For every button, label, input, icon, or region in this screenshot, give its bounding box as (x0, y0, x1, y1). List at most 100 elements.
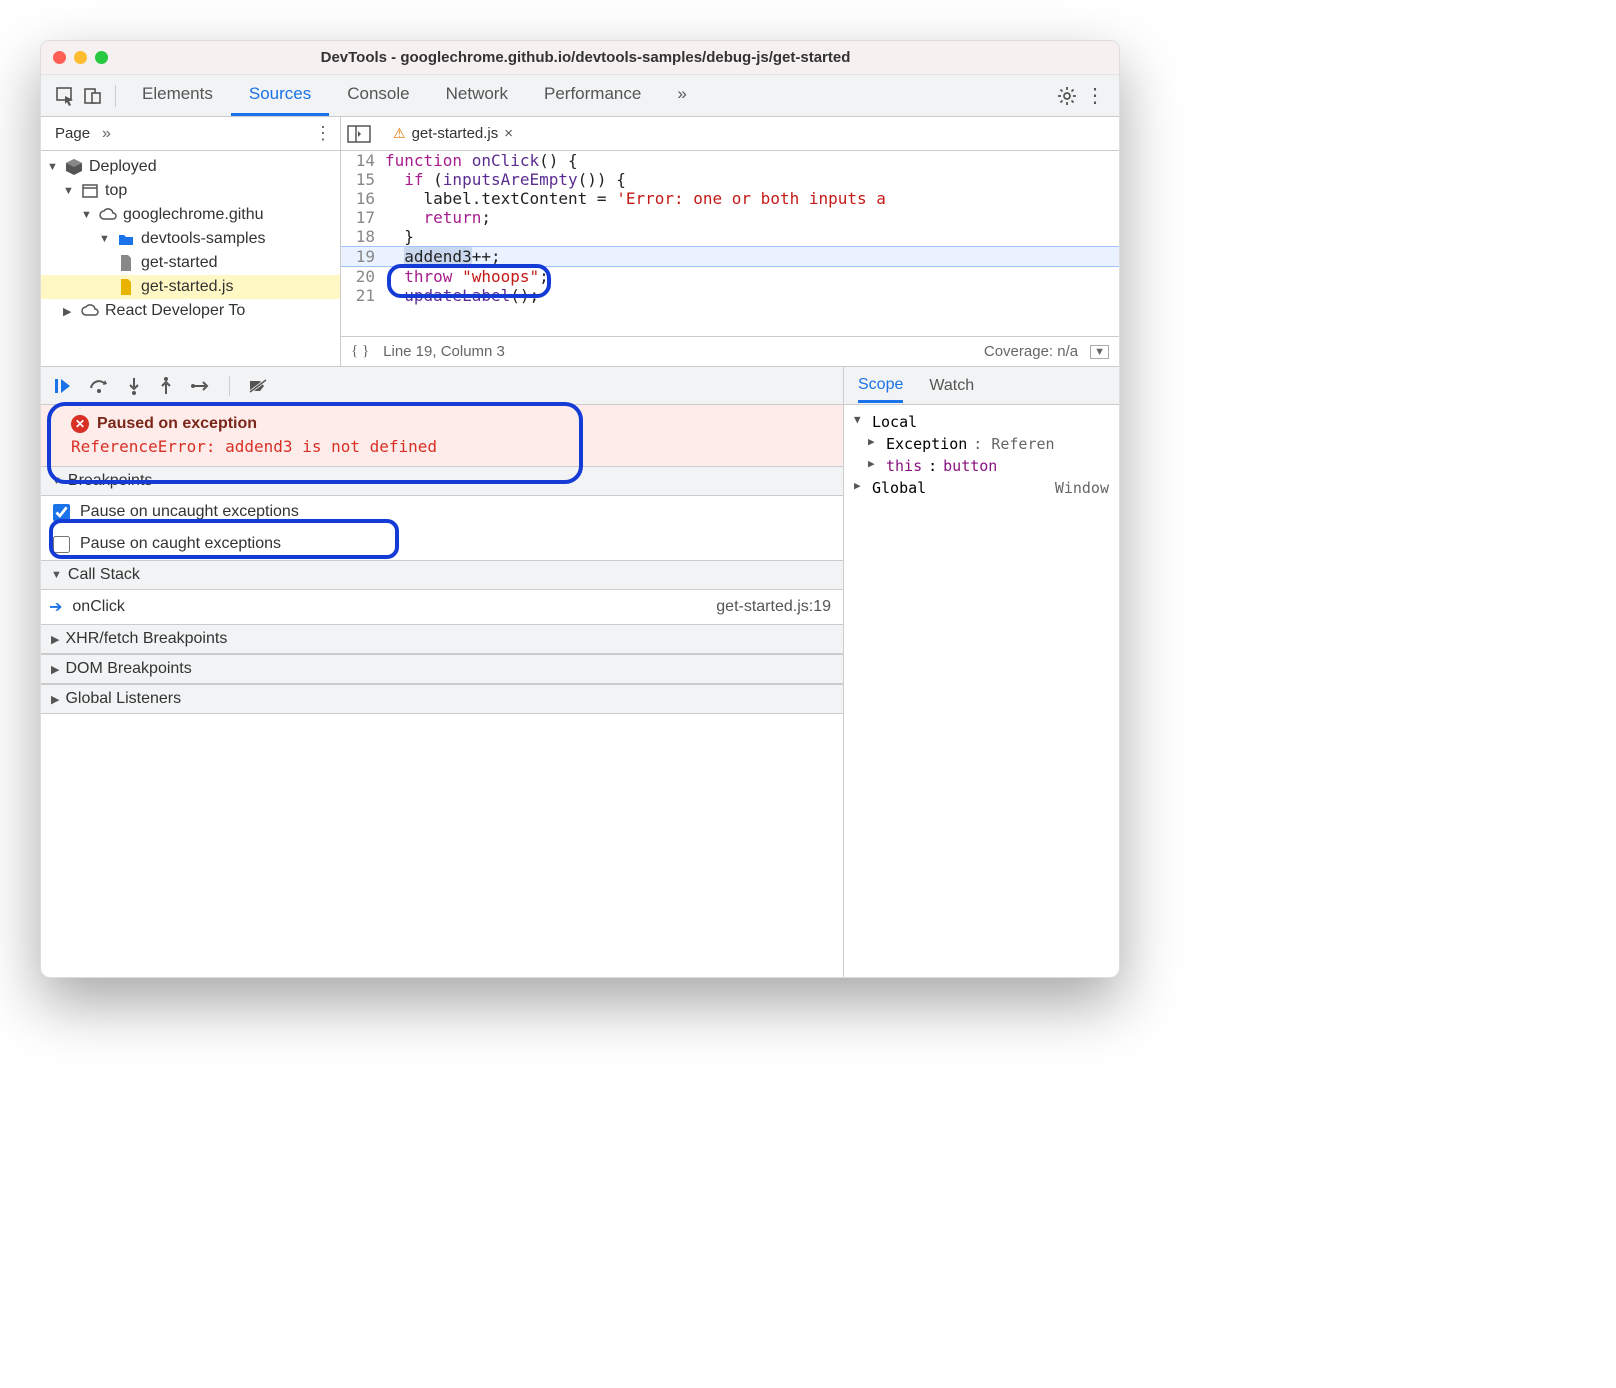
navigator-tab-page[interactable]: Page (49, 121, 96, 146)
cursor-position: Line 19, Column 3 (383, 343, 505, 360)
tree-label: Deployed (89, 158, 157, 176)
tab-network[interactable]: Network (428, 75, 526, 116)
scope-exception[interactable]: ▶ Exception: Referen (846, 433, 1117, 455)
step-out-icon[interactable] (159, 377, 173, 395)
code-line[interactable]: 15 if (inputsAreEmpty()) { (341, 170, 1119, 189)
pane-toggle-icon[interactable] (347, 124, 375, 144)
exception-message: ReferenceError: addend3 is not defined (71, 437, 829, 456)
tree-folder[interactable]: ▼ devtools-samples (41, 227, 340, 251)
resume-icon[interactable] (53, 377, 71, 395)
cloud-icon (81, 304, 99, 318)
dom-section-header[interactable]: ▶ DOM Breakpoints (41, 654, 843, 684)
tree-label: get-started (141, 254, 217, 272)
chevron-right-icon: ▶ (63, 305, 75, 318)
navigator-menu-icon[interactable]: ⋮ (314, 123, 332, 144)
gear-icon[interactable] (1053, 82, 1081, 110)
tab-performance[interactable]: Performance (526, 75, 659, 116)
tab-watch[interactable]: Watch (929, 371, 974, 401)
folder-icon (117, 232, 135, 246)
chevron-down-icon: ▼ (63, 185, 75, 197)
scope-global[interactable]: ▶ Global Window (846, 477, 1117, 499)
gutter-line-number[interactable]: 17 (341, 208, 385, 227)
section-label: Breakpoints (68, 472, 153, 490)
gutter-line-number[interactable]: 21 (341, 286, 385, 305)
scope-label: Local (872, 413, 917, 431)
section-label: DOM Breakpoints (65, 660, 191, 678)
tree-top[interactable]: ▼ top (41, 179, 340, 203)
code-editor[interactable]: 14function onClick() {15 if (inputsAreEm… (341, 151, 1119, 336)
gutter-line-number[interactable]: 14 (341, 151, 385, 170)
tab-console[interactable]: Console (329, 75, 427, 116)
checkbox-label: Pause on uncaught exceptions (80, 503, 299, 521)
code-line[interactable]: 19 addend3++; (341, 246, 1119, 267)
code-line[interactable]: 17 return; (341, 208, 1119, 227)
breakpoints-section-header[interactable]: ▼ Breakpoints (41, 466, 843, 496)
gutter-line-number[interactable]: 19 (341, 247, 385, 266)
error-icon: ✕ (71, 415, 89, 433)
tab-elements[interactable]: Elements (124, 75, 231, 116)
chevron-down-icon: ▼ (81, 209, 93, 221)
code-line[interactable]: 20 throw "whoops"; (341, 267, 1119, 286)
code-line[interactable]: 16 label.textContent = 'Error: one or bo… (341, 189, 1119, 208)
xhr-section-header[interactable]: ▶ XHR/fetch Breakpoints (41, 624, 843, 654)
editor-tab[interactable]: ⚠ get-started.js × (385, 121, 521, 146)
code-line[interactable]: 14function onClick() { (341, 151, 1119, 170)
chevron-right-icon: ▶ (51, 633, 59, 646)
scope-label: Global (872, 479, 926, 497)
close-tab-icon[interactable]: × (504, 125, 513, 142)
scope-key: this (886, 457, 922, 475)
braces-icon[interactable]: { } (351, 343, 369, 360)
pause-caught-row[interactable]: Pause on caught exceptions (41, 528, 843, 560)
devtools-window: DevTools - googlechrome.github.io/devtoo… (40, 40, 1120, 978)
warning-icon: ⚠ (393, 125, 406, 142)
tree-domain[interactable]: ▼ googlechrome.githu (41, 203, 340, 227)
tab-sources[interactable]: Sources (231, 75, 329, 116)
navigator-overflow[interactable]: » (96, 125, 117, 143)
call-frame[interactable]: ➔ onClick get-started.js:19 (41, 590, 843, 624)
gutter-line-number[interactable]: 16 (341, 189, 385, 208)
chevron-down-icon: ▼ (854, 413, 866, 431)
scope-this[interactable]: ▶ this: button (846, 455, 1117, 477)
file-icon (117, 255, 135, 271)
editor-tab-label: get-started.js (412, 125, 499, 142)
gutter-line-number[interactable]: 20 (341, 267, 385, 286)
tree-deployed[interactable]: ▼ Deployed (41, 155, 340, 179)
debugger-toolbar (41, 367, 843, 405)
pause-uncaught-checkbox[interactable] (53, 504, 70, 521)
scope-local[interactable]: ▼ Local (846, 411, 1117, 433)
chevron-down-icon: ▼ (47, 161, 59, 173)
pause-uncaught-row[interactable]: Pause on uncaught exceptions (41, 496, 843, 528)
chevron-right-icon: ▶ (51, 693, 59, 706)
chevron-right-icon: ▶ (868, 457, 880, 475)
tree-file-js[interactable]: get-started.js (41, 275, 340, 299)
code-line[interactable]: 21 updateLabel(); (341, 286, 1119, 305)
kebab-menu-icon[interactable]: ⋮ (1081, 82, 1109, 110)
coverage-dropdown-icon[interactable]: ▼ (1090, 345, 1109, 359)
device-toolbar-icon[interactable] (79, 82, 107, 110)
editor-tabs: ⚠ get-started.js × (341, 117, 1119, 151)
step-into-icon[interactable] (127, 377, 141, 395)
step-icon[interactable] (191, 379, 211, 393)
code-line[interactable]: 18 } (341, 227, 1119, 246)
tab-scope[interactable]: Scope (858, 370, 903, 403)
tree-react[interactable]: ▶ React Developer To (41, 299, 340, 323)
global-listeners-header[interactable]: ▶ Global Listeners (41, 684, 843, 714)
scope-tree: ▼ Local ▶ Exception: Referen ▶ this: but… (844, 405, 1119, 505)
scope-key: Exception (886, 435, 967, 453)
scope-tabs: Scope Watch (844, 367, 1119, 405)
deactivate-breakpoints-icon[interactable] (248, 378, 268, 394)
inspect-icon[interactable] (51, 82, 79, 110)
file-tree: ▼ Deployed ▼ top ▼ googlechrome.githu (41, 151, 340, 327)
pause-caught-checkbox[interactable] (53, 536, 70, 553)
chevron-down-icon: ▼ (51, 475, 62, 487)
tabs-overflow[interactable]: » (659, 75, 704, 116)
step-over-icon[interactable] (89, 378, 109, 394)
editor-pane: ⚠ get-started.js × 14function onClick() … (341, 117, 1119, 366)
tree-label: googlechrome.githu (123, 206, 264, 224)
tree-file-html[interactable]: get-started (41, 251, 340, 275)
file-navigator: Page » ⋮ ▼ Deployed ▼ top (41, 117, 341, 366)
editor-statusbar: { } Line 19, Column 3 Coverage: n/a ▼ (341, 336, 1119, 366)
callstack-section-header[interactable]: ▼ Call Stack (41, 560, 843, 590)
gutter-line-number[interactable]: 18 (341, 227, 385, 246)
gutter-line-number[interactable]: 15 (341, 170, 385, 189)
